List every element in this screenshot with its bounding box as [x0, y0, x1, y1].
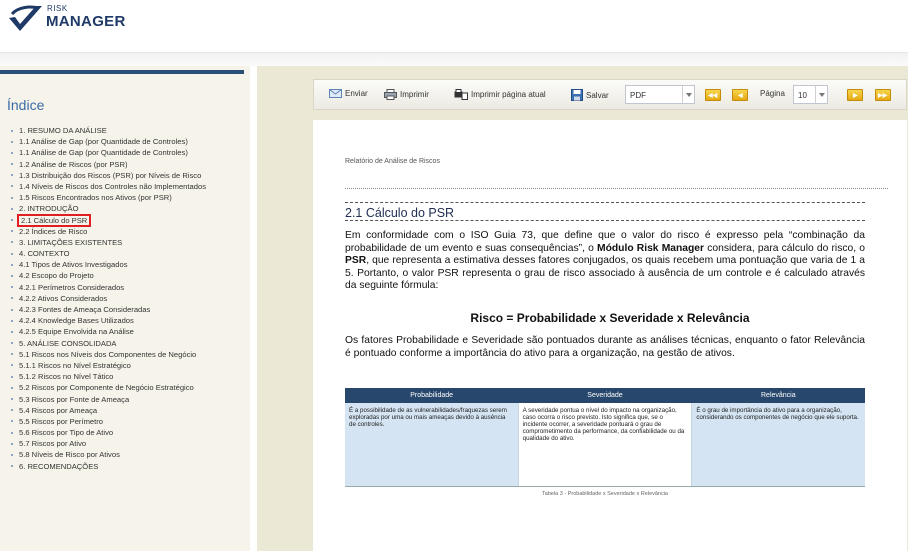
print-page-icon	[454, 89, 468, 100]
paragraph-factors: Os fatores Probabilidade e Severidade sã…	[345, 335, 865, 359]
sidebar-index: Índice 1. RESUMO DA ANÁLISE 1.1 Análise …	[0, 66, 250, 551]
toc-item[interactable]: 1.5 Riscos Encontrados nos Ativos (por P…	[10, 192, 206, 203]
page-label-text: Página	[760, 89, 785, 98]
paragraph-intro: Em conformidade com o ISO Guia 73, que d…	[345, 230, 865, 292]
toc-item[interactable]: 5.8 Níveis de Risco por Ativos	[10, 449, 206, 460]
table-header-row: Probabilidade Severidade Relevância	[345, 388, 865, 403]
toc-list: 1. RESUMO DA ANÁLISE 1.1 Análise de Gap …	[10, 125, 206, 472]
toc-item[interactable]: 2.2 Índices de Risco	[10, 226, 206, 237]
toc-item[interactable]: 5.6 Riscos por Tipo de Ativo	[10, 427, 206, 438]
toc-item[interactable]: 4.2.5 Equipe Envolvida na Análise	[10, 326, 206, 337]
toc-item[interactable]: 1.2 Análise de Riscos (por PSR)	[10, 159, 206, 170]
factors-table: Probabilidade Severidade Relevância É a …	[345, 388, 866, 487]
toc-item[interactable]: 5.1.2 Riscos no Nível Tático	[10, 371, 206, 382]
logo-small-text: RISK	[47, 4, 68, 13]
next-page-button[interactable]: ▶	[847, 89, 863, 101]
double-right-arrow-icon: ▶▶	[878, 93, 888, 99]
table-header-cell: Relevância	[761, 392, 796, 399]
print-button[interactable]: Imprimir	[384, 89, 429, 100]
toc-item[interactable]: 5.1 Riscos nos Níveis dos Componentes de…	[10, 349, 206, 360]
toc-item[interactable]: 4.2 Escopo do Projeto	[10, 270, 206, 281]
print-page-label: Imprimir página atual	[471, 90, 546, 99]
toc-item[interactable]: 1. RESUMO DA ANÁLISE	[10, 125, 206, 136]
index-title: Índice	[7, 97, 45, 113]
toc-item[interactable]: 4.1 Tipos de Ativos Investigados	[10, 259, 206, 270]
toc-item[interactable]: 1.3 Distribuição dos Riscos (PSR) por Ní…	[10, 170, 206, 181]
table-cell: É o grau de importância do ativo para a …	[692, 403, 866, 486]
document-page: Relatório de Análise de Riscos 2.1 Cálcu…	[313, 120, 907, 551]
toc-item[interactable]: 1.1 Análise de Gap (por Quantidade de Co…	[10, 136, 206, 147]
toc-item[interactable]: 4.2.3 Fontes de Ameaça Consideradas	[10, 304, 206, 315]
page-label: Página	[760, 89, 785, 98]
print-label: Imprimir	[400, 90, 429, 99]
first-page-button[interactable]: ◀◀	[705, 89, 721, 101]
page-select[interactable]: 10	[793, 85, 828, 104]
section-title: 2.1 Cálculo do PSR	[345, 206, 459, 220]
viewer-toolbar: Enviar Imprimir Imprimir página atual Sa…	[313, 79, 907, 110]
toc-item[interactable]: 5.5 Riscos por Perímetro	[10, 416, 206, 427]
table-header-cell: Severidade	[587, 392, 623, 399]
floppy-disk-icon	[571, 89, 583, 101]
toc-item[interactable]: 4.2.4 Knowledge Bases Utilizados	[10, 315, 206, 326]
print-page-button[interactable]: Imprimir página atual	[454, 89, 546, 100]
toc-item-active[interactable]: 2.1 Cálculo do PSR	[10, 213, 206, 227]
toc-item[interactable]: 4. CONTEXTO	[10, 248, 206, 259]
toc-item[interactable]: 1.4 Níveis de Riscos dos Controles não I…	[10, 181, 206, 192]
header-divider	[0, 52, 908, 66]
toc-item[interactable]: 5.4 Riscos por Ameaça	[10, 405, 206, 416]
toc-item[interactable]: 5.3 Riscos por Fonte de Ameaça	[10, 394, 206, 405]
toc-item[interactable]: 2. INTRODUÇÃO	[10, 203, 206, 214]
app-header: RISK MANAGER	[0, 0, 908, 52]
document-header: Relatório de Análise de Riscos	[345, 158, 440, 165]
risk-formula: Risco = Probabilidade x Severidade x Rel…	[470, 311, 750, 325]
send-label: Enviar	[345, 89, 368, 98]
table-cell: A severidade pontua o nível do impacto n…	[517, 403, 693, 486]
logo[interactable]: RISK MANAGER	[6, 2, 136, 36]
last-page-button[interactable]: ▶▶	[875, 89, 891, 101]
toc-item[interactable]: 6. RECOMENDAÇÕES	[10, 461, 206, 472]
header-rule	[345, 188, 888, 189]
table-row: É a possibilidade de as vulnerabilidades…	[345, 403, 866, 487]
logo-icon	[9, 5, 42, 31]
panel-gap	[250, 66, 257, 551]
table-header-cell: Probabilidade	[410, 392, 454, 399]
printer-icon	[384, 89, 397, 100]
table-caption: Tabela 3 - Probabilidade x Severidade x …	[542, 491, 668, 497]
format-select[interactable]: PDF	[625, 85, 695, 104]
toc-item[interactable]: 3. LIMITAÇÕES EXISTENTES	[10, 237, 206, 248]
envelope-icon	[329, 89, 342, 98]
toc-item[interactable]: 4.2.2 Ativos Considerados	[10, 293, 206, 304]
double-left-arrow-icon: ◀◀	[708, 93, 718, 99]
chevron-down-icon	[815, 86, 827, 103]
logo-big-text: MANAGER	[46, 13, 126, 30]
format-value: PDF	[630, 91, 646, 100]
toc-item[interactable]: 5.7 Riscos por Ativo	[10, 438, 206, 449]
save-label: Salvar	[586, 90, 609, 100]
toc-item[interactable]: 1.1 Análise de Gap (por Quantidade de Co…	[10, 147, 206, 158]
sidebar-top-bar	[0, 70, 244, 74]
right-arrow-icon: ▶	[853, 93, 858, 99]
toc-item[interactable]: 5. ANÁLISE CONSOLIDADA	[10, 338, 206, 349]
prev-page-button[interactable]: ◀	[732, 89, 748, 101]
toc-item[interactable]: 4.2.1 Perímetros Considerados	[10, 282, 206, 293]
save-button[interactable]: Salvar	[571, 89, 609, 101]
chevron-down-icon	[682, 86, 694, 103]
page-value: 10	[798, 91, 807, 100]
toc-item[interactable]: 5.1.1 Riscos no Nível Estratégico	[10, 360, 206, 371]
toc-item[interactable]: 5.2 Riscos por Componente de Negócio Est…	[10, 382, 206, 393]
table-cell: É a possibilidade de as vulnerabilidades…	[345, 403, 518, 486]
left-arrow-icon: ◀	[738, 93, 743, 99]
send-button[interactable]: Enviar	[329, 89, 368, 98]
